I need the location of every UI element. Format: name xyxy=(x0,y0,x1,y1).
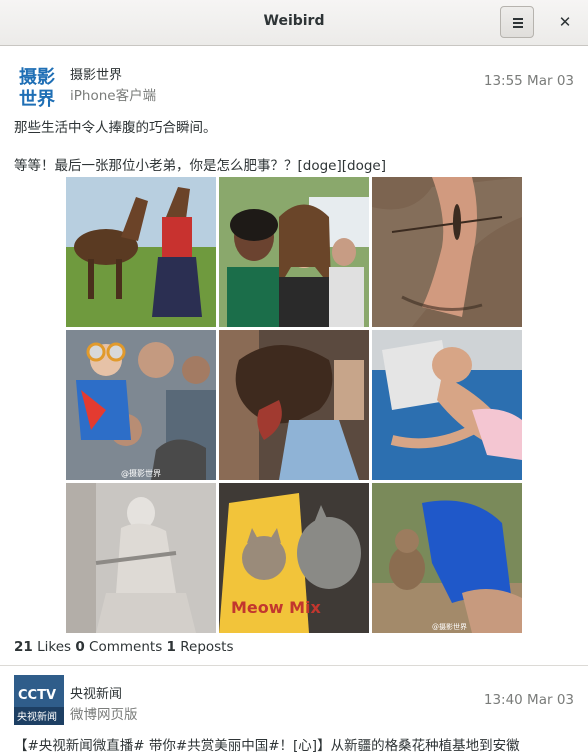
watermark: @摄影世界 xyxy=(432,622,467,631)
title-bar: Weibird ✕ xyxy=(0,0,588,46)
post-divider xyxy=(0,665,588,666)
photo-women[interactable] xyxy=(219,177,369,327)
image-grid: @摄影世界 Meow Mix @摄影世界 xyxy=(66,177,522,633)
photo-dragonfly[interactable] xyxy=(372,177,522,327)
reposts-count: 1 xyxy=(166,639,176,655)
author-name[interactable]: 摄影世界 xyxy=(70,64,122,83)
comments-label[interactable]: Comments xyxy=(89,639,162,655)
likes-count: 21 xyxy=(14,639,33,655)
avatar[interactable]: CCTV 央视新闻 xyxy=(14,675,64,725)
likes-label[interactable]: Likes xyxy=(37,639,71,655)
avatar-text-top: 摄影 xyxy=(19,66,55,88)
photo-monkey[interactable]: @摄影世界 xyxy=(372,483,522,633)
photo-sleeping[interactable] xyxy=(372,330,522,480)
photo-cat-bag[interactable]: Meow Mix xyxy=(219,483,369,633)
avatar[interactable]: 摄影 世界 xyxy=(14,62,64,112)
bag-text: Meow Mix xyxy=(231,598,322,617)
photo-statue[interactable] xyxy=(66,483,216,633)
post-text-line: 那些生活中令人捧腹的巧合瞬间。 xyxy=(14,120,217,136)
close-button[interactable]: ✕ xyxy=(552,9,578,35)
post-client: 微博网页版 xyxy=(70,707,138,723)
reposts-label[interactable]: Reposts xyxy=(180,639,233,655)
post-text-line: 【#央视新闻微直播# 带你#共赏美丽中国#！[心]】从新疆的格桑花种植基地到安徽 xyxy=(14,738,520,754)
photo-horses[interactable] xyxy=(66,177,216,327)
post-time: 13:40 Mar 03 xyxy=(483,692,574,708)
watermark: @摄影世界 xyxy=(121,468,161,478)
post-time: 13:55 Mar 03 xyxy=(483,73,574,89)
post-client: iPhone客户端 xyxy=(70,88,157,104)
comments-count: 0 xyxy=(75,639,85,655)
post-text-line: 等等！最后一张那位小老弟，你是怎么肥事？？[doge][doge] xyxy=(14,158,386,174)
avatar-text-bottom: 世界 xyxy=(19,89,55,110)
hamburger-icon xyxy=(513,18,523,28)
photo-horse-mask[interactable] xyxy=(219,330,369,480)
menu-button[interactable] xyxy=(500,6,534,38)
photo-goggles-boy[interactable]: @摄影世界 xyxy=(66,330,216,480)
post-stats: 21 Likes 0 Comments 1 Reposts xyxy=(14,639,234,655)
avatar-text-bottom: 央视新闻 xyxy=(17,710,57,723)
avatar-text-top: CCTV xyxy=(18,688,56,703)
author-name[interactable]: 央视新闻 xyxy=(70,683,122,702)
